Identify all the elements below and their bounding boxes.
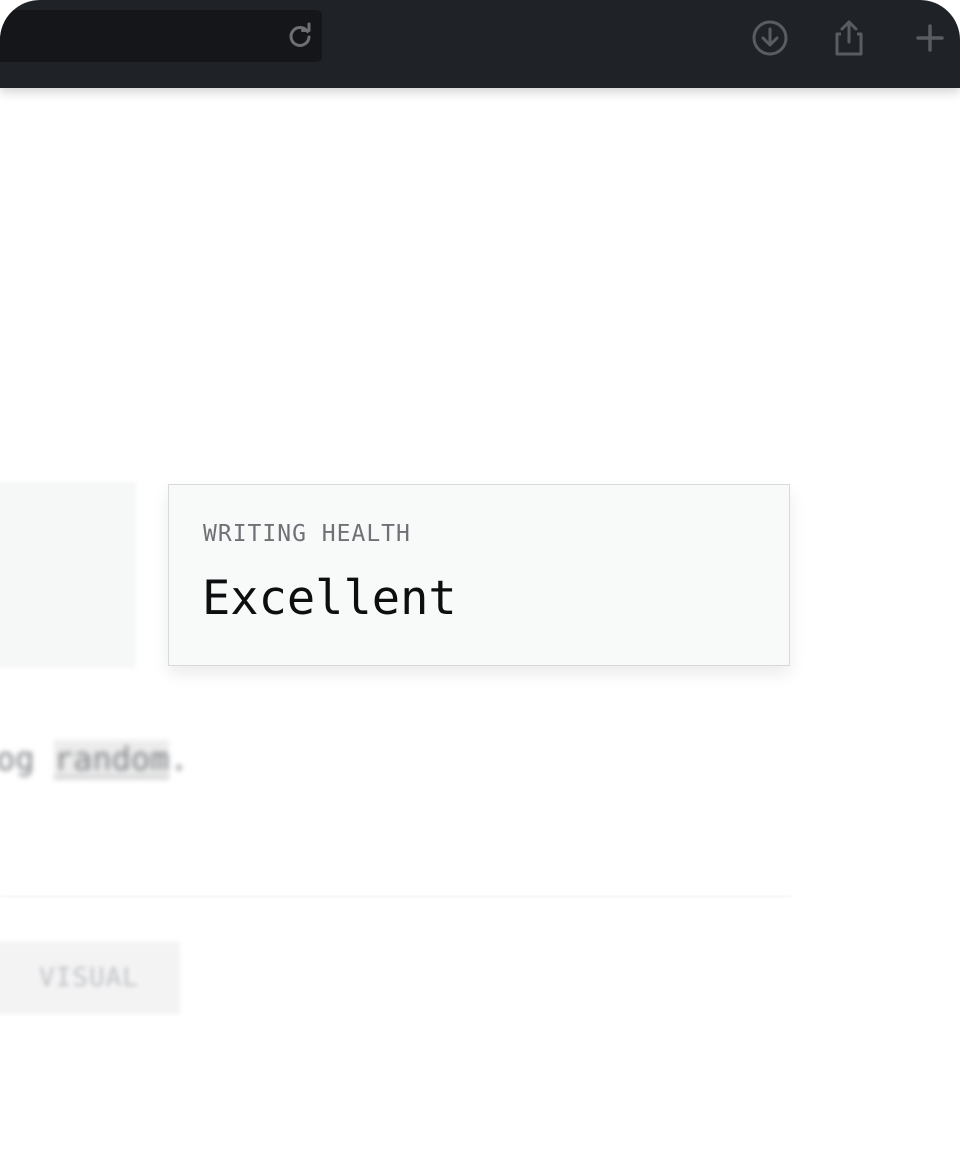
share-icon[interactable]: [829, 18, 869, 58]
download-icon[interactable]: [750, 18, 790, 58]
sentence-link[interactable]: random: [53, 740, 170, 778]
visual-button[interactable]: VISUAL: [0, 942, 180, 1014]
browser-window: og random. VISUAL WRITING HEALTH Excelle…: [0, 0, 960, 1152]
writing-health-label: WRITING HEALTH: [203, 521, 411, 547]
sentence-prefix: og: [0, 740, 54, 778]
plus-icon[interactable]: [910, 18, 950, 58]
writing-health-value: Excellent: [202, 571, 457, 626]
visual-button-label: VISUAL: [39, 963, 139, 993]
address-bar[interactable]: [0, 10, 322, 62]
sentence-suffix: .: [169, 740, 189, 778]
reload-icon[interactable]: [284, 20, 316, 52]
writing-health-card: WRITING HEALTH Excellent: [168, 484, 790, 666]
background-sentence: og random.: [0, 740, 189, 778]
browser-toolbar: [0, 0, 960, 88]
background-card: [0, 482, 136, 668]
divider: [0, 896, 792, 897]
